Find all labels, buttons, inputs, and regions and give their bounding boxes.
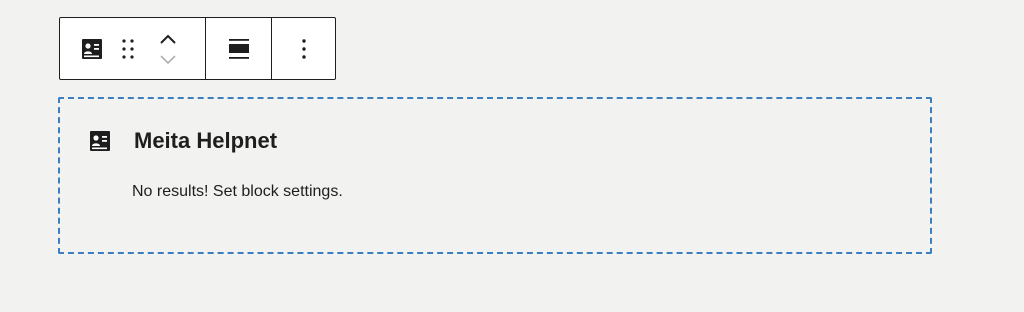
block-header: Meita Helpnet (88, 127, 277, 155)
align-button[interactable] (219, 29, 259, 69)
move-up-button[interactable] (152, 29, 184, 49)
contact-card-icon (82, 38, 102, 59)
align-center-icon (228, 38, 249, 59)
drag-handle-icon (122, 38, 134, 59)
toolbar-group-align (204, 18, 272, 79)
block-message: No results! Set block settings. (132, 183, 343, 200)
block-title: Meita Helpnet (134, 128, 278, 153)
block-toolbar (59, 17, 336, 80)
more-options-button[interactable] (284, 29, 324, 69)
block-mover (152, 29, 184, 69)
drag-handle-button[interactable] (114, 29, 142, 69)
contact-card-icon (90, 131, 110, 151)
selected-block[interactable]: Meita Helpnet No results! Set block sett… (58, 97, 932, 254)
chevron-down-icon (160, 54, 176, 64)
block-type-button[interactable] (72, 29, 112, 69)
more-vertical-icon (302, 38, 306, 59)
chevron-up-icon (160, 34, 176, 44)
toolbar-group-block (60, 18, 205, 79)
move-down-button[interactable] (152, 49, 184, 69)
toolbar-group-more (271, 18, 335, 79)
